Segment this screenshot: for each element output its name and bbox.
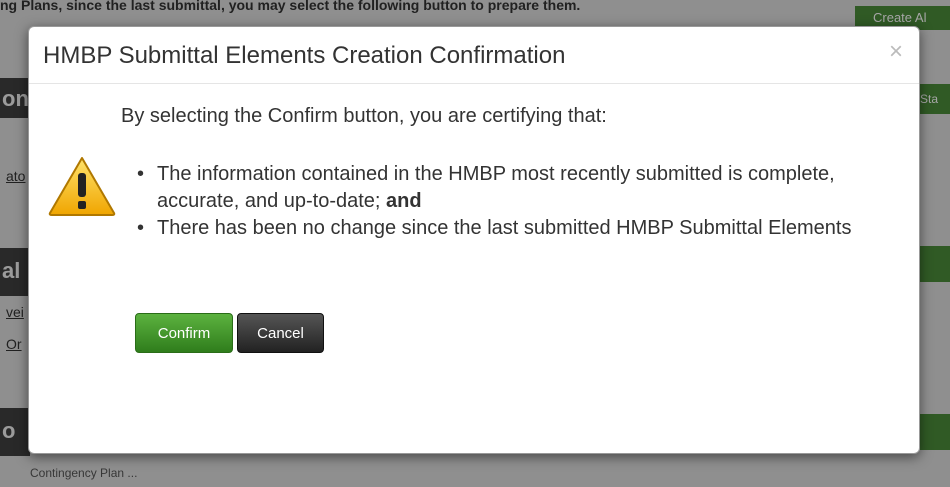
certification-item: The information contained in the HMBP mo… (133, 161, 893, 215)
confirm-button[interactable]: Confirm (135, 313, 233, 353)
confirmation-dialog: HMBP Submittal Elements Creation Confirm… (28, 26, 920, 454)
certification-text: There has been no change since the last … (157, 217, 852, 239)
cancel-button[interactable]: Cancel (237, 313, 324, 353)
certification-emphasis: and (386, 190, 422, 212)
certification-text: The information contained in the HMBP mo… (157, 163, 835, 212)
certification-item: There has been no change since the last … (133, 215, 893, 242)
certification-list: The information contained in the HMBP mo… (133, 161, 893, 242)
dialog-intro-text: By selecting the Confirm button, you are… (121, 105, 607, 127)
close-icon[interactable]: × (889, 40, 903, 64)
warning-icon (48, 157, 116, 216)
dialog-header: HMBP Submittal Elements Creation Confirm… (29, 27, 919, 84)
dialog-title: HMBP Submittal Elements Creation Confirm… (43, 42, 566, 69)
